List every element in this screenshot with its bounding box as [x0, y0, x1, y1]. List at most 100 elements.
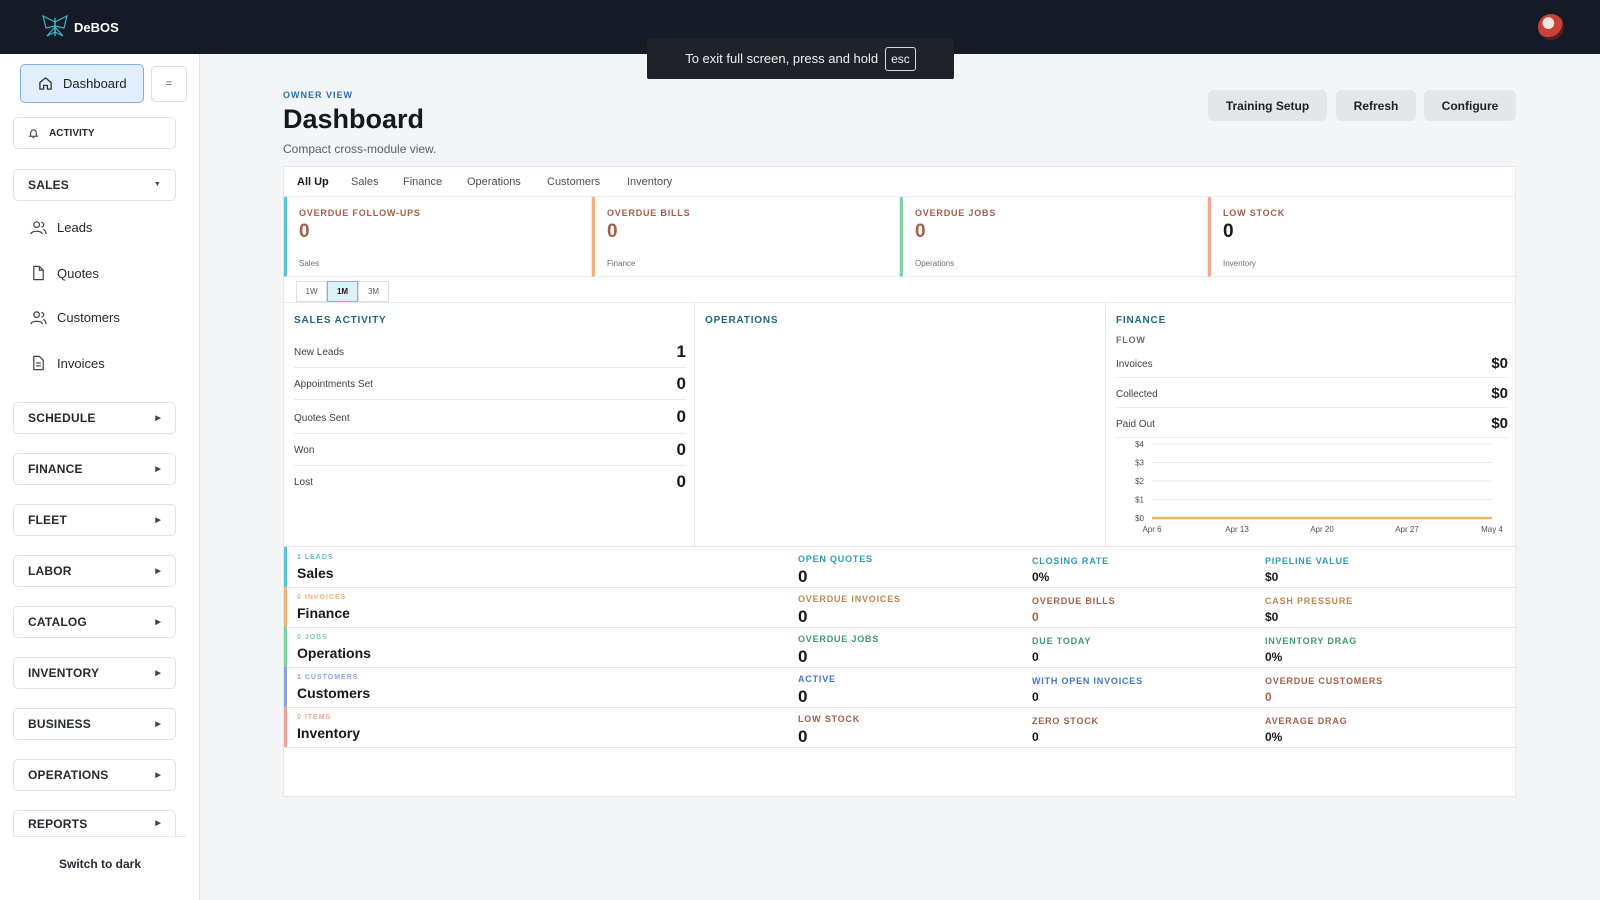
chart-y-tick: $2	[1135, 477, 1144, 486]
sidebar-item-quotes[interactable]: Quotes	[30, 265, 99, 281]
metric-label: LOW STOCK	[798, 714, 861, 724]
summary-metric: WITH OPEN INVOICES 0	[1032, 676, 1143, 704]
summary-count: 0 ITEMS	[297, 714, 332, 721]
document-icon	[33, 355, 44, 371]
home-icon	[39, 77, 52, 90]
activity-row-label: Won	[294, 445, 315, 456]
range-1w-button[interactable]: 1W	[296, 281, 327, 302]
group-label: FLEET	[28, 513, 67, 527]
range-1m-button[interactable]: 1M	[327, 281, 358, 302]
summary-metric: CLOSING RATE 0%	[1032, 556, 1109, 584]
activity-row-label: Quotes Sent	[294, 413, 350, 424]
sidebar-group-reports[interactable]: REPORTS ▶	[13, 810, 176, 836]
training-setup-button[interactable]: Training Setup	[1208, 90, 1327, 121]
summary-row-inventory[interactable]: 0 ITEMS Inventory LOW STOCK 0 ZERO STOCK 0 AVE…	[284, 707, 1517, 748]
metric-value: $0	[1265, 610, 1279, 624]
chart-y-tick: $0	[1135, 514, 1144, 523]
metric-value: 0	[798, 647, 808, 666]
summary-module-name: Sales	[297, 565, 334, 581]
activity-row: Lost 0	[294, 466, 686, 498]
activity-row: New Leads 1	[294, 336, 686, 368]
kpi-label: OVERDUE FOLLOW-UPS	[299, 208, 421, 218]
fullscreen-notice: To exit full screen, press and hold esc	[647, 38, 954, 79]
summary-row-sales[interactable]: 1 LEADS Sales OPEN QUOTES 0 CLOSING RATE 0% PI…	[284, 547, 1517, 588]
refresh-button[interactable]: Refresh	[1336, 90, 1416, 121]
group-label: BUSINESS	[28, 717, 91, 731]
caret-right-icon: ▶	[155, 415, 161, 422]
summary-accent	[284, 627, 287, 667]
sidebar-group-fleet[interactable]: FLEET ▶	[13, 504, 176, 536]
collapse-sidebar-button[interactable]: =	[151, 66, 187, 102]
chart-x-tick: May 4	[1481, 525, 1503, 534]
kpi-overdue-bills[interactable]: OVERDUE BILLS 0 Finance	[592, 197, 900, 277]
chart-x-tick: Apr 13	[1225, 525, 1249, 534]
sidebar-item-invoices[interactable]: Invoices	[30, 355, 105, 371]
kpi-overdue-jobs[interactable]: OVERDUE JOBS 0 Operations	[900, 197, 1208, 277]
esc-key-badge: esc	[885, 46, 916, 71]
user-avatar[interactable]	[1538, 14, 1564, 40]
sidebar-group-business[interactable]: BUSINESS ▶	[13, 708, 176, 740]
flow-label: FLOW	[1116, 335, 1146, 345]
flow-row-value: $0	[1491, 355, 1508, 372]
activity-button[interactable]: ACTIVITY	[13, 117, 176, 149]
metric-value: 0	[1032, 690, 1039, 704]
brand[interactable]: DeBOS	[40, 14, 119, 40]
tab-finance[interactable]: Finance	[403, 176, 442, 188]
metric-value: 0	[798, 687, 808, 706]
dashboard-panel: All Up Sales Finance Operations Customer…	[283, 166, 1517, 797]
group-label: FINANCE	[28, 462, 83, 476]
configure-button[interactable]: Configure	[1424, 90, 1516, 121]
users-icon	[30, 311, 47, 325]
group-label: LABOR	[28, 564, 72, 578]
sidebar-item-leads[interactable]: Leads	[30, 220, 92, 235]
flow-row-value: $0	[1491, 385, 1508, 402]
caret-right-icon: ▶	[155, 820, 161, 827]
kpi-overdue-follow-ups[interactable]: OVERDUE FOLLOW-UPS 0 Sales	[284, 197, 592, 277]
metric-label: OVERDUE CUSTOMERS	[1265, 676, 1383, 686]
tab-customers[interactable]: Customers	[547, 176, 600, 188]
activity-row-value: 0	[676, 374, 686, 393]
summary-metric: LOW STOCK 0	[798, 714, 860, 747]
metric-label: CLOSING RATE	[1032, 556, 1109, 566]
tab-operations[interactable]: Operations	[467, 176, 521, 188]
metric-value: 0%	[1032, 570, 1050, 584]
range-3m-button[interactable]: 3M	[358, 281, 389, 302]
kpi-low-stock[interactable]: LOW STOCK 0 Inventory	[1208, 197, 1517, 277]
sidebar-item-customers[interactable]: Customers	[30, 310, 120, 325]
tab-all-up[interactable]: All Up	[297, 176, 329, 188]
metric-value: 0%	[1265, 650, 1283, 664]
tab-sales[interactable]: Sales	[351, 176, 379, 188]
summary-row-finance[interactable]: 0 INVOICES Finance OVERDUE INVOICES 0 OVERDU…	[284, 587, 1517, 628]
sidebar-group-labor[interactable]: LABOR ▶	[13, 555, 176, 587]
sidebar-group-inventory[interactable]: INVENTORY ▶	[13, 657, 176, 689]
flow-row-value: $0	[1491, 415, 1508, 432]
file-icon	[33, 265, 44, 281]
summary-row-operations[interactable]: 0 JOBS Operations OVERDUE JOBS 0 DUE TODAY 0 I…	[284, 627, 1517, 668]
summary-count: 0 JOBS	[297, 634, 328, 641]
sidebar-dashboard-button[interactable]: Dashboard	[20, 64, 144, 103]
summary-accent	[284, 587, 287, 627]
sidebar-group-finance[interactable]: FINANCE ▶	[13, 453, 176, 485]
kpi-label: OVERDUE BILLS	[607, 208, 691, 218]
activity-row-value: 0	[676, 472, 686, 491]
summary-row-customers[interactable]: 1 CUSTOMERS Customers ACTIVE 0 WITH OPEN INV…	[284, 667, 1517, 708]
users-icon	[30, 221, 47, 235]
metric-value: 0%	[1265, 730, 1283, 744]
metric-label: INVENTORY DRAG	[1265, 636, 1358, 646]
caret-right-icon: ▶	[155, 670, 161, 677]
sidebar-group-sales[interactable]: SALES ▼	[13, 169, 176, 201]
sidebar-group-catalog[interactable]: CATALOG ▶	[13, 606, 176, 638]
sidebar-item-label: Leads	[57, 220, 93, 235]
summary-metric: ZERO STOCK 0	[1032, 716, 1099, 744]
kpi-module: Operations	[915, 259, 955, 268]
summary-module-name: Finance	[297, 605, 350, 621]
activity-row-label: New Leads	[294, 347, 345, 358]
sidebar-item-label: Quotes	[57, 265, 99, 281]
activity-row-value: 0	[676, 407, 686, 426]
metric-value: 0	[1032, 730, 1039, 744]
sidebar-group-operations[interactable]: OPERATIONS ▶	[13, 759, 176, 791]
sidebar-group-schedule[interactable]: SCHEDULE ▶	[13, 402, 176, 434]
chart-x-tick: Apr 27	[1395, 525, 1419, 534]
tab-inventory[interactable]: Inventory	[627, 176, 672, 188]
switch-theme-button[interactable]: Switch to dark	[0, 857, 200, 871]
